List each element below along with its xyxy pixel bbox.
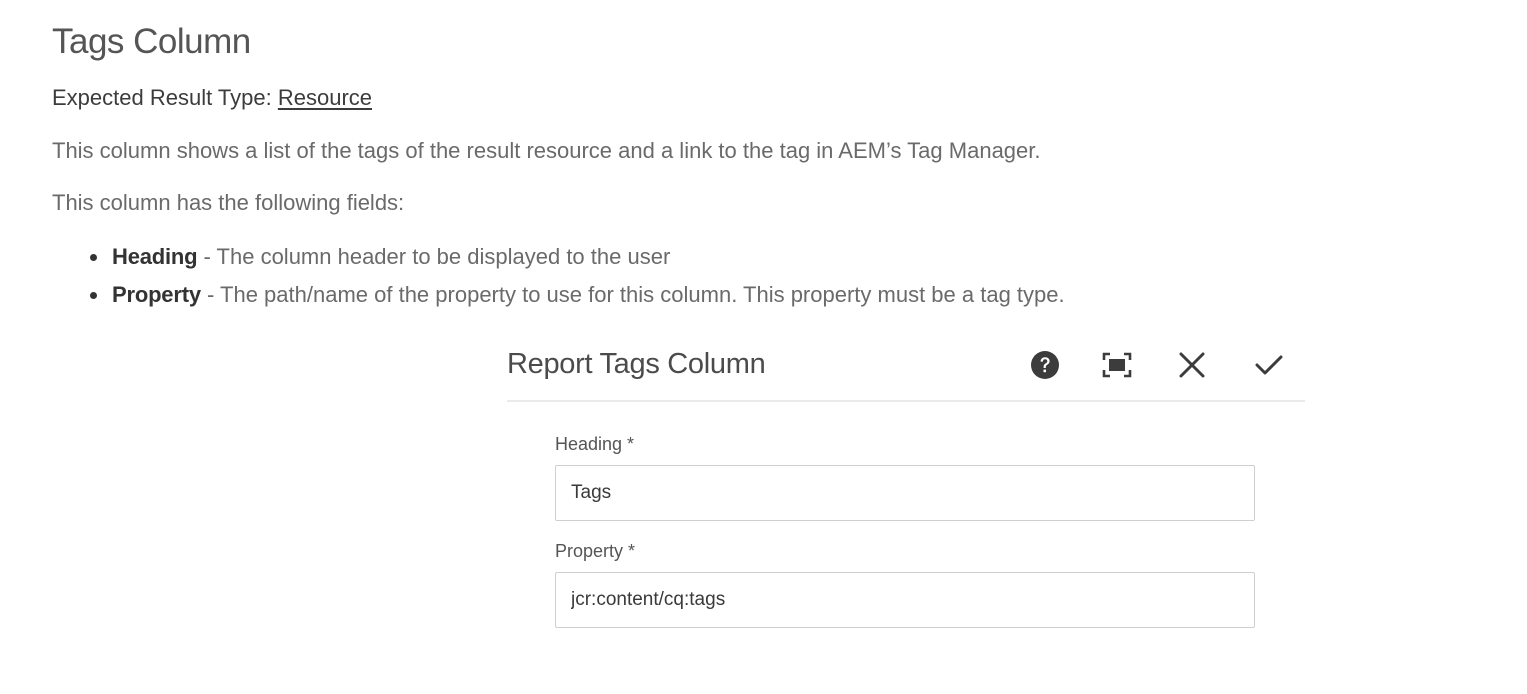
dialog-header: Report Tags Column (507, 340, 1305, 402)
report-tags-column-dialog: Report Tags Column Heading * Tags Proper… (507, 340, 1305, 640)
fields-list: Heading - The column header to be displa… (52, 240, 1065, 316)
heading-field[interactable] (555, 465, 1255, 521)
list-item: Property - The path/name of the property… (52, 278, 1065, 316)
field-description: - The column header to be displayed to t… (197, 244, 671, 269)
expected-result-type: Expected Result Type: Resource (52, 85, 372, 111)
result-type-link[interactable]: Resource (278, 85, 372, 110)
heading-label: Heading * (555, 434, 635, 454)
close-icon (1179, 352, 1205, 378)
page-title: Tags Column (52, 22, 251, 61)
help-button[interactable] (1028, 348, 1062, 382)
property-label: Property * (555, 541, 636, 561)
list-item: Heading - The column header to be displa… (52, 240, 1065, 278)
dialog-title: Report Tags Column (507, 348, 766, 380)
field-description: - The path/name of the property to use f… (200, 282, 1065, 307)
bullet-icon (90, 292, 97, 299)
property-field[interactable] (555, 572, 1255, 628)
field-term: Heading (112, 244, 198, 269)
result-type-label: Expected Result Type: (52, 85, 278, 110)
bullet-icon (90, 254, 97, 261)
fields-intro: This column has the following fields: (52, 190, 405, 215)
fullscreen-icon (1102, 352, 1132, 378)
close-button[interactable] (1175, 348, 1209, 382)
done-button[interactable] (1252, 348, 1286, 382)
field-term: Property (112, 282, 201, 307)
help-icon (1031, 351, 1059, 379)
fullscreen-button[interactable] (1100, 348, 1134, 382)
column-description: This column shows a list of the tags of … (52, 138, 1041, 163)
checkmark-icon (1255, 355, 1283, 375)
